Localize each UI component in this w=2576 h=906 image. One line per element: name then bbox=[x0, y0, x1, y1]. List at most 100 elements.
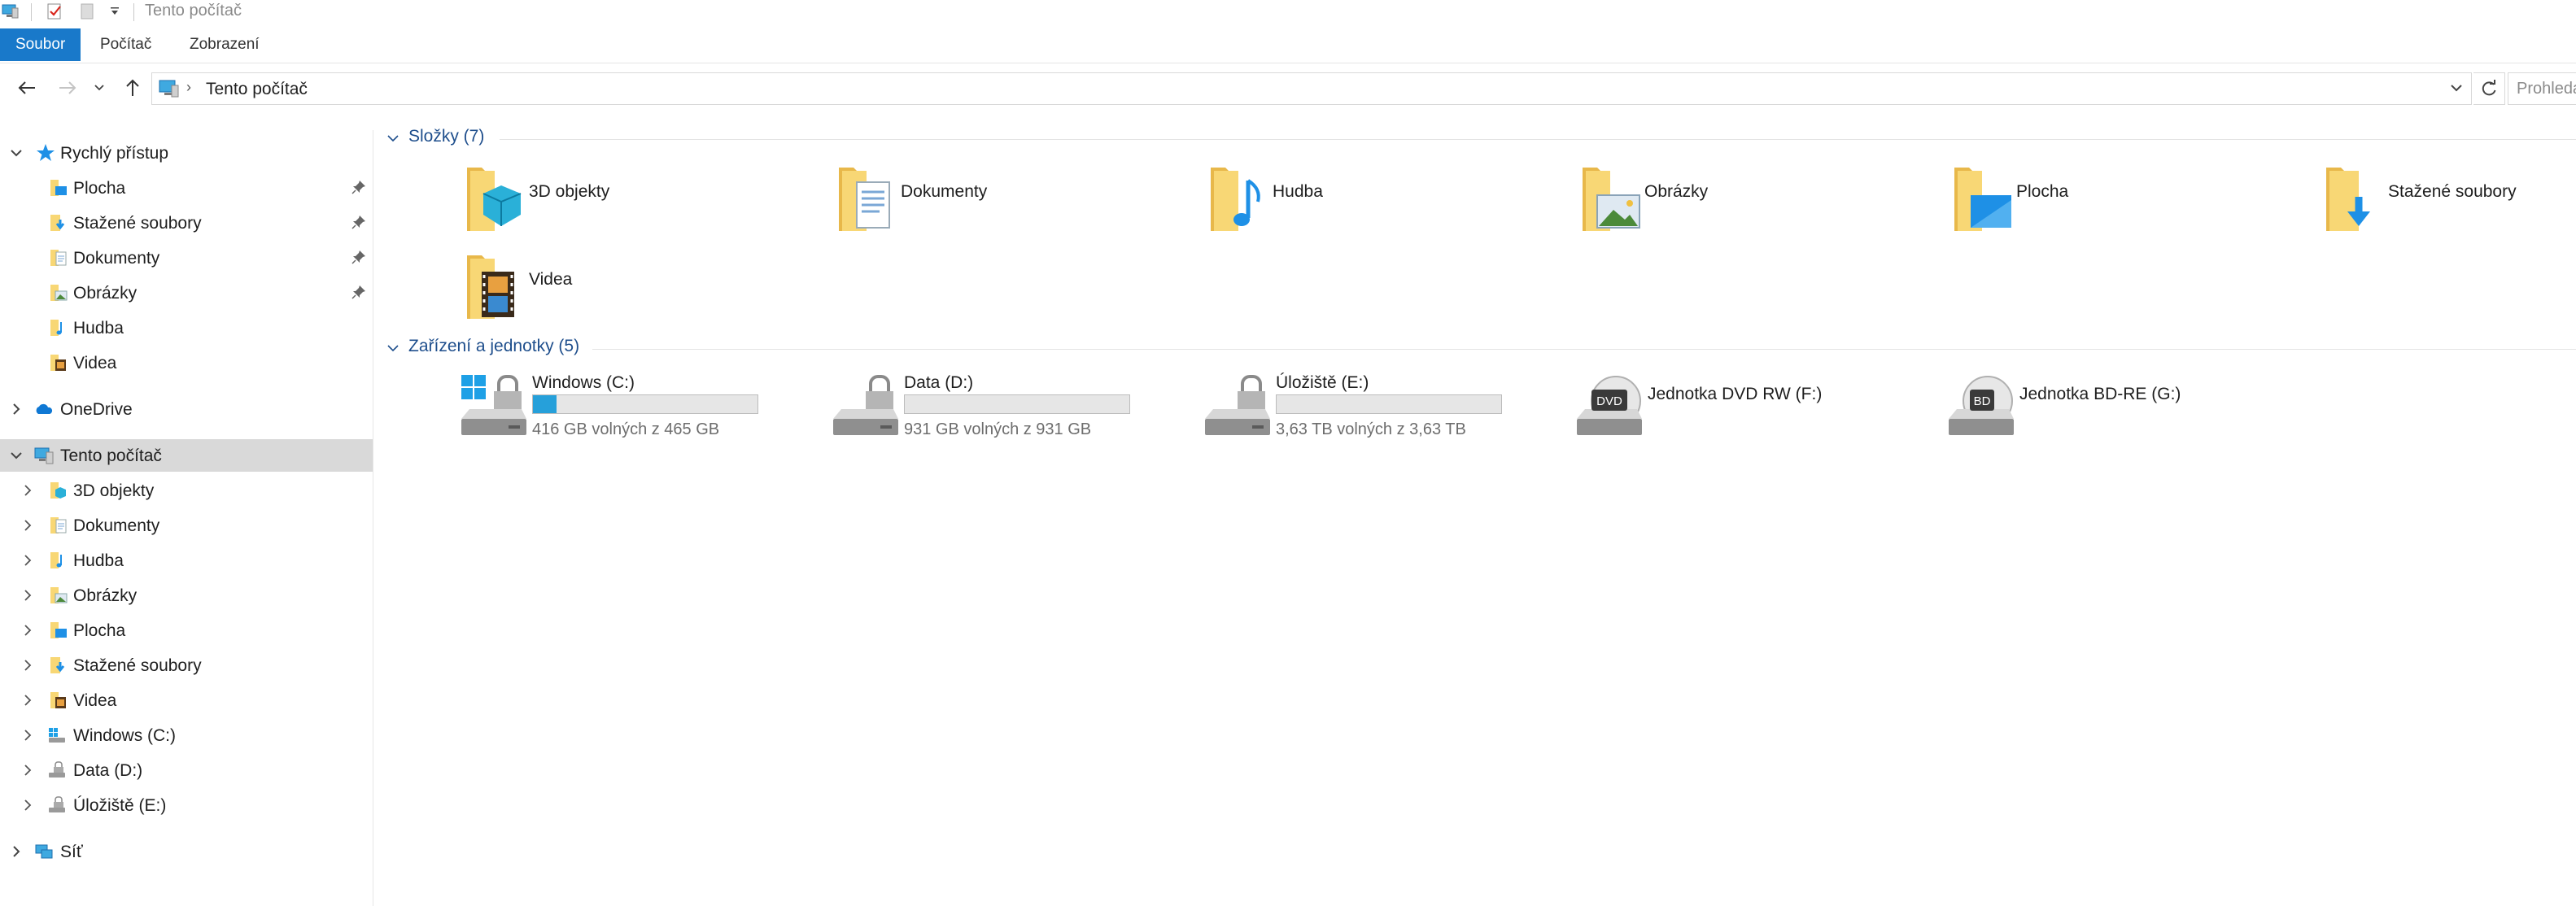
chevron-right-icon[interactable] bbox=[20, 657, 36, 673]
cloud-icon bbox=[36, 403, 53, 414]
chevron-down-icon[interactable] bbox=[8, 447, 24, 464]
nav-qa-desktop[interactable]: Plocha bbox=[0, 172, 373, 204]
videos-folder-icon bbox=[50, 692, 66, 708]
nav-qa-music[interactable]: Hudba bbox=[0, 311, 373, 344]
arrow-left-icon bbox=[18, 81, 35, 94]
chevron-right-icon[interactable] bbox=[8, 401, 24, 417]
nav-quick-access-label: Rychlý přístup bbox=[60, 144, 169, 163]
pin-icon[interactable] bbox=[351, 250, 366, 264]
nav-qa-downloads[interactable]: Stažené soubory bbox=[0, 207, 373, 239]
nav-pc-downloads[interactable]: Stažené soubory bbox=[0, 649, 373, 682]
chevron-down-icon bbox=[94, 85, 104, 91]
address-history-button[interactable] bbox=[2448, 78, 2465, 102]
breadcrumb-this-pc[interactable]: Tento počítač bbox=[206, 80, 308, 99]
chevron-down-icon[interactable] bbox=[8, 145, 24, 161]
nav-item-label: Hudba bbox=[73, 319, 124, 338]
drive-tile-e[interactable]: Úložiště (E:) 3,63 TB volných z 3,63 TB bbox=[1202, 373, 1560, 455]
desktop-folder-icon bbox=[50, 180, 67, 196]
windows-drive-icon bbox=[49, 728, 65, 743]
downloads-folder-icon bbox=[2326, 168, 2370, 231]
nav-qa-pictures[interactable]: Obrázky bbox=[0, 277, 373, 309]
group-divider bbox=[592, 349, 2576, 350]
folder-tile-music[interactable]: Hudba bbox=[1207, 164, 1565, 242]
nav-qa-documents[interactable]: Dokumenty bbox=[0, 242, 373, 274]
tab-view[interactable]: Zobrazení bbox=[172, 28, 277, 61]
nav-onedrive-label: OneDrive bbox=[60, 400, 133, 419]
nav-qa-videos[interactable]: Videa bbox=[0, 346, 373, 379]
refresh-button[interactable] bbox=[2473, 72, 2505, 105]
chevron-down-icon[interactable] bbox=[386, 341, 400, 355]
pin-icon[interactable] bbox=[351, 285, 366, 299]
drive-tile-c[interactable]: Windows (C:) 416 GB volných z 465 GB bbox=[458, 373, 816, 455]
pictures-folder-icon bbox=[50, 587, 68, 603]
chevron-right-icon[interactable] bbox=[20, 692, 36, 708]
window-title: Tento počítač bbox=[145, 2, 242, 20]
chevron-down-icon[interactable] bbox=[386, 131, 400, 146]
recent-locations-button[interactable] bbox=[91, 73, 107, 102]
nav-network[interactable]: Síť bbox=[0, 835, 373, 868]
chevron-right-icon[interactable] bbox=[20, 482, 36, 499]
drive-usage-fill bbox=[533, 395, 557, 413]
nav-pc-documents[interactable]: Dokumenty bbox=[0, 509, 373, 542]
folder-tile-desktop[interactable]: Plocha bbox=[1951, 164, 2309, 242]
address-bar[interactable]: › Tento počítač bbox=[151, 72, 2472, 105]
tab-computer[interactable]: Počítač bbox=[83, 28, 168, 61]
videos-folder-icon bbox=[467, 255, 514, 319]
search-placeholder: Prohledat: Tento počítač bbox=[2517, 80, 2576, 98]
properties-icon[interactable] bbox=[46, 2, 63, 24]
videos-folder-icon bbox=[50, 355, 66, 371]
folder-tile-pictures[interactable]: Obrázky bbox=[1579, 164, 1937, 242]
pin-icon[interactable] bbox=[351, 180, 366, 194]
folders-group-header[interactable]: Složky (7) bbox=[386, 126, 2576, 150]
folder-name: Stažené soubory bbox=[2388, 182, 2517, 201]
this-pc-app-icon[interactable] bbox=[2, 2, 20, 24]
navigation-pane: Rychlý přístup Plocha Stažené soubory Do… bbox=[0, 130, 373, 906]
pin-icon[interactable] bbox=[351, 215, 366, 229]
drives-group-header[interactable]: Zařízení a jednotky (5) bbox=[386, 336, 2576, 360]
chevron-right-icon[interactable] bbox=[20, 517, 36, 534]
nav-this-pc[interactable]: Tento počítač bbox=[0, 439, 373, 472]
folder-tile-videos[interactable]: Videa bbox=[464, 252, 822, 330]
chevron-right-icon[interactable] bbox=[20, 622, 36, 638]
nav-pc-videos[interactable]: Videa bbox=[0, 684, 373, 717]
customize-quick-access-icon[interactable] bbox=[109, 5, 120, 20]
nav-pc-desktop[interactable]: Plocha bbox=[0, 614, 373, 647]
3d-objects-folder-icon bbox=[467, 168, 522, 231]
drive-name: Jednotka DVD RW (F:) bbox=[1648, 385, 1823, 403]
nav-onedrive[interactable]: OneDrive bbox=[0, 393, 373, 425]
nav-pc-music[interactable]: Hudba bbox=[0, 544, 373, 577]
nav-pc-drive-e[interactable]: Úložiště (E:) bbox=[0, 789, 373, 821]
nav-pc-drive-d[interactable]: Data (D:) bbox=[0, 754, 373, 786]
folder-tile-downloads[interactable]: Stažené soubory bbox=[2323, 164, 2567, 242]
dvd-drive-icon: DVD bbox=[1577, 376, 1642, 435]
tab-file[interactable]: Soubor bbox=[0, 28, 81, 61]
chevron-right-icon[interactable] bbox=[20, 552, 36, 568]
chevron-right-icon[interactable] bbox=[20, 762, 36, 778]
drive-tile-d[interactable]: Data (D:) 931 GB volných z 931 GB bbox=[830, 373, 1188, 455]
chevron-right-icon[interactable] bbox=[20, 797, 36, 813]
nav-pc-drive-c[interactable]: Windows (C:) bbox=[0, 719, 373, 751]
breadcrumb-chevron-icon[interactable]: › bbox=[186, 79, 191, 96]
nav-quick-access[interactable]: Rychlý přístup bbox=[0, 137, 373, 169]
search-input[interactable]: Prohledat: Tento počítač bbox=[2508, 72, 2576, 105]
folder-name: Dokumenty bbox=[901, 182, 988, 201]
music-folder-icon bbox=[50, 552, 62, 568]
folder-tile-documents[interactable]: Dokumenty bbox=[836, 164, 1194, 242]
music-folder-icon bbox=[50, 320, 62, 336]
forward-button[interactable] bbox=[54, 73, 81, 102]
this-pc-icon bbox=[159, 79, 180, 102]
folder-tile-3d-objects[interactable]: 3D objekty bbox=[464, 164, 822, 242]
new-folder-icon[interactable] bbox=[78, 2, 96, 24]
drive-free-space: 3,63 TB volných z 3,63 TB bbox=[1276, 420, 1466, 438]
drive-tile-f[interactable]: DVD Jednotka DVD RW (F:) bbox=[1574, 373, 1932, 455]
up-button[interactable] bbox=[119, 73, 146, 102]
nav-pc-3d-objects[interactable]: 3D objekty bbox=[0, 474, 373, 507]
nav-pc-pictures[interactable]: Obrázky bbox=[0, 579, 373, 612]
chevron-right-icon[interactable] bbox=[20, 587, 36, 603]
drive-tile-g[interactable]: BD Jednotka BD-RE (G:) bbox=[1945, 373, 2303, 455]
drive-name: Jednotka BD-RE (G:) bbox=[2019, 385, 2181, 403]
chevron-right-icon[interactable] bbox=[20, 727, 36, 743]
nav-item-label: Dokumenty bbox=[73, 249, 160, 268]
chevron-right-icon[interactable] bbox=[8, 843, 24, 860]
back-button[interactable] bbox=[13, 73, 41, 102]
